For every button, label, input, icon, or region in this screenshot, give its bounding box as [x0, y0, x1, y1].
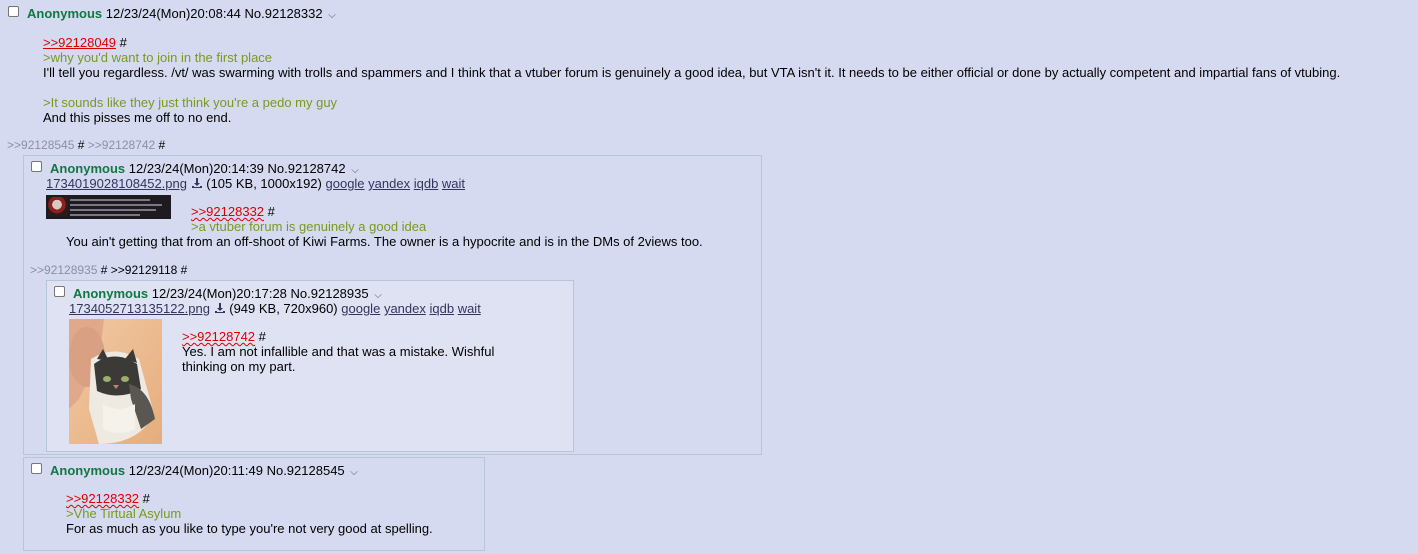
op-select-checkbox[interactable]	[8, 6, 19, 17]
file-link[interactable]: 1734019028108452.png	[46, 176, 187, 191]
iqdb-link[interactable]: iqdb	[414, 176, 439, 191]
reply-post: Anonymous 12/23/24(Mon)20:14:39 No.92128…	[23, 155, 762, 455]
cat-photo-thumbnail[interactable]	[69, 319, 162, 444]
post-text-line: thinking on my part.	[182, 359, 296, 374]
iqdb-link[interactable]: iqdb	[429, 301, 454, 316]
backlink[interactable]: >>92129118	[111, 263, 178, 277]
nested-reply-post: Anonymous 12/23/24(Mon)20:17:28 No.92128…	[46, 280, 574, 452]
backlink[interactable]: >>92128742	[88, 138, 155, 152]
chevron-down-icon[interactable]: ⌵	[351, 165, 359, 176]
file-info: 1734019028108452.png (105 KB, 1000x192) …	[46, 176, 465, 191]
post-text: And this pisses me off to no end.	[43, 110, 232, 125]
post-date: 12/23/24(Mon)20:14:39	[128, 161, 264, 176]
post-date: 12/23/24(Mon)20:08:44	[105, 6, 241, 21]
quote-link[interactable]: >>92128049	[43, 35, 116, 50]
hash-link[interactable]: #	[268, 204, 275, 219]
reply-select-checkbox[interactable]	[54, 286, 65, 297]
greentext: >It sounds like they just think you're a…	[43, 95, 338, 110]
op-quote-line: >>92128049 #	[43, 35, 127, 50]
google-link[interactable]: google	[326, 176, 365, 191]
reply-select-checkbox[interactable]	[31, 161, 42, 172]
reply-header: Anonymous 12/23/24(Mon)20:11:49 No.92128…	[50, 463, 358, 478]
reply-quote-line: >>92128332 #	[191, 204, 275, 219]
hash-link[interactable]: #	[181, 263, 188, 277]
file-info: 1734052713135122.png (949 KB, 720x960) g…	[69, 301, 481, 316]
wait-link[interactable]: wait	[458, 301, 481, 316]
poster-name: Anonymous	[50, 463, 126, 478]
hash-link[interactable]: #	[101, 263, 108, 277]
backlinks: >>92128545 # >>92128742 #	[7, 138, 165, 152]
download-icon[interactable]	[214, 302, 226, 314]
reply-header: Anonymous 12/23/24(Mon)20:14:39 No.92128…	[50, 161, 359, 176]
post-number[interactable]: No.92128332	[245, 6, 323, 21]
poster-name: Anonymous	[50, 161, 126, 176]
download-icon[interactable]	[191, 177, 203, 189]
post-text: You ain't getting that from an off-shoot…	[66, 234, 703, 249]
hash-link[interactable]: #	[259, 329, 266, 344]
wait-link[interactable]: wait	[442, 176, 465, 191]
post-number[interactable]: No.92128742	[268, 161, 346, 176]
post-thumbnail[interactable]	[46, 195, 171, 219]
post-date: 12/23/24(Mon)20:17:28	[151, 286, 287, 301]
post-number[interactable]: No.92128935	[291, 286, 369, 301]
reply-select-checkbox[interactable]	[31, 463, 42, 474]
post-number[interactable]: No.92128545	[267, 463, 345, 478]
backlink[interactable]: >>92128935	[30, 263, 97, 277]
chevron-down-icon[interactable]: ⌵	[328, 10, 336, 21]
post-text: For as much as you like to type you're n…	[66, 521, 433, 536]
hash-link[interactable]: #	[120, 35, 127, 50]
greentext: >a vtuber forum is genuinely a good idea	[191, 219, 427, 234]
chevron-down-icon[interactable]: ⌵	[350, 467, 358, 478]
reply-post: Anonymous 12/23/24(Mon)20:11:49 No.92128…	[23, 457, 485, 551]
hash-link[interactable]: #	[78, 138, 85, 152]
yandex-link[interactable]: yandex	[384, 301, 426, 316]
poster-name: Anonymous	[73, 286, 149, 301]
file-link[interactable]: 1734052713135122.png	[69, 301, 210, 316]
reply-header: Anonymous 12/23/24(Mon)20:17:28 No.92128…	[73, 286, 382, 301]
chevron-down-icon[interactable]: ⌵	[374, 290, 382, 301]
greentext: >Vhe Tirtual Asylum	[66, 506, 182, 521]
hash-link[interactable]: #	[159, 138, 166, 152]
backlinks: >>92128935 # >>92129118 #	[30, 263, 187, 277]
post-date: 12/23/24(Mon)20:11:49	[128, 463, 263, 478]
file-size: (105 KB, 1000x192)	[206, 176, 322, 191]
quote-link[interactable]: >>92128332	[66, 491, 139, 506]
hash-link[interactable]: #	[143, 491, 150, 506]
post-text: I'll tell you regardless. /vt/ was swarm…	[43, 65, 1341, 80]
google-link[interactable]: google	[341, 301, 380, 316]
quote-link[interactable]: >>92128742	[182, 329, 255, 344]
post-text-line: Yes. I am not infallible and that was a …	[182, 344, 495, 359]
greentext: >why you'd want to join in the first pla…	[43, 50, 273, 65]
op-header: Anonymous 12/23/24(Mon)20:08:44 No.92128…	[27, 6, 336, 21]
quote-link[interactable]: >>92128332	[191, 204, 264, 219]
file-size: (949 KB, 720x960)	[229, 301, 338, 316]
backlink[interactable]: >>92128545	[7, 138, 74, 152]
reply-quote-line: >>92128742 #	[182, 329, 266, 344]
poster-name: Anonymous	[27, 6, 103, 21]
yandex-link[interactable]: yandex	[368, 176, 410, 191]
reply-quote-line: >>92128332 #	[66, 491, 150, 506]
